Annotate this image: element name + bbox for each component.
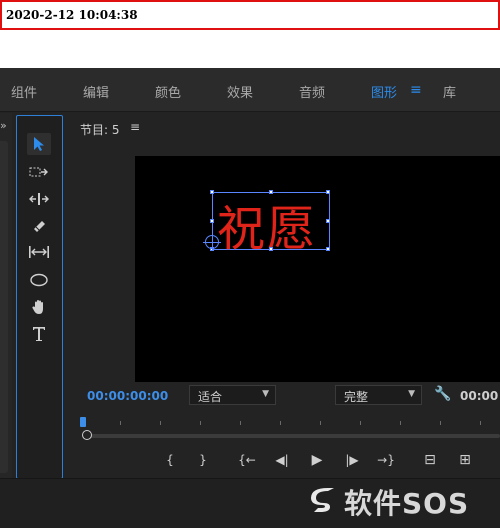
zoom-level-value: 适合: [198, 390, 223, 404]
step-back-button[interactable]: ◀|: [270, 451, 294, 469]
duration-timecode: 00:00: [460, 389, 499, 403]
resize-handle[interactable]: [210, 190, 214, 194]
tab-menu-icon[interactable]: ≡: [410, 82, 422, 98]
razor-tool-icon[interactable]: [27, 215, 51, 237]
mark-in-button[interactable]: {: [158, 451, 182, 469]
text-layer-content: 祝愿: [217, 201, 318, 257]
watermark-logo-icon: [311, 488, 334, 512]
step-forward-button[interactable]: |▶: [340, 451, 364, 469]
playback-resolution-select[interactable]: 完整 ▼: [335, 385, 422, 405]
tab-color[interactable]: 颜色: [155, 82, 181, 101]
resize-handle[interactable]: [210, 219, 214, 223]
zoom-level-select[interactable]: 适合 ▼: [189, 385, 276, 405]
timestamp-text: 2020-2-12 10:04:38: [6, 8, 138, 22]
tab-audio[interactable]: 音频: [299, 82, 325, 101]
playhead-marker[interactable]: [80, 417, 86, 427]
timestamp-bar: 2020-2-12 10:04:38: [0, 0, 500, 30]
program-monitor: 节目: 5 ≡ 祝愿 00:00:00:00 适合 ▼ 完整 ▼ 🔧 00:00: [66, 113, 500, 478]
extract-button[interactable]: ⊞: [453, 451, 477, 469]
video-preview[interactable]: 祝愿: [135, 156, 500, 382]
tools-panel: [16, 115, 63, 479]
chevron-down-icon: ▼: [262, 389, 269, 399]
watermark-text: 软件SOS: [344, 487, 470, 520]
scrubber-knob[interactable]: [82, 430, 92, 440]
resize-handle[interactable]: [269, 247, 273, 251]
resize-handle[interactable]: [326, 219, 330, 223]
hand-tool-icon[interactable]: [27, 296, 51, 318]
tab-editing[interactable]: 编辑: [83, 82, 109, 101]
playback-resolution-value: 完整: [344, 390, 369, 404]
settings-wrench-icon[interactable]: 🔧: [434, 386, 451, 402]
left-panel-content: [0, 141, 8, 473]
selection-tool-icon[interactable]: [27, 133, 51, 155]
ellipse-tool-icon[interactable]: [27, 269, 51, 291]
time-ruler[interactable]: [80, 413, 500, 431]
slip-tool-icon[interactable]: [27, 241, 51, 263]
play-button[interactable]: ▶: [305, 451, 329, 469]
watermark: 软件SOS: [308, 482, 498, 522]
monitor-menu-icon[interactable]: ≡: [130, 120, 140, 134]
scrubber-track[interactable]: [84, 434, 500, 438]
tab-graphics[interactable]: 图形: [371, 82, 397, 101]
expand-chevron-icon[interactable]: »: [0, 119, 7, 132]
mark-out-button[interactable]: }: [191, 451, 215, 469]
type-tool-icon[interactable]: [27, 323, 51, 345]
ripple-edit-tool-icon[interactable]: [27, 188, 51, 210]
track-select-tool-icon[interactable]: [27, 161, 51, 183]
resize-handle[interactable]: [326, 190, 330, 194]
lift-button[interactable]: ⊟: [418, 451, 442, 469]
text-layer-bounding-box[interactable]: 祝愿: [210, 190, 330, 257]
anchor-point-icon[interactable]: [203, 233, 221, 251]
monitor-title[interactable]: 节目: 5: [80, 121, 120, 138]
chevron-down-icon: ▼: [408, 389, 415, 399]
go-to-in-button[interactable]: {←: [235, 451, 259, 469]
resize-handle[interactable]: [269, 190, 273, 194]
tab-libraries[interactable]: 库: [443, 82, 456, 101]
resize-handle[interactable]: [326, 247, 330, 251]
left-panel: »: [0, 113, 12, 478]
blank-region: [0, 30, 500, 68]
go-to-out-button[interactable]: →}: [374, 451, 398, 469]
playhead-timecode[interactable]: 00:00:00:00: [87, 389, 168, 403]
workspace-tabs: 组件 编辑 颜色 效果 音频 图形 ≡ 库: [0, 68, 500, 112]
tab-effects[interactable]: 效果: [227, 82, 253, 101]
tab-assembly[interactable]: 组件: [11, 82, 37, 101]
